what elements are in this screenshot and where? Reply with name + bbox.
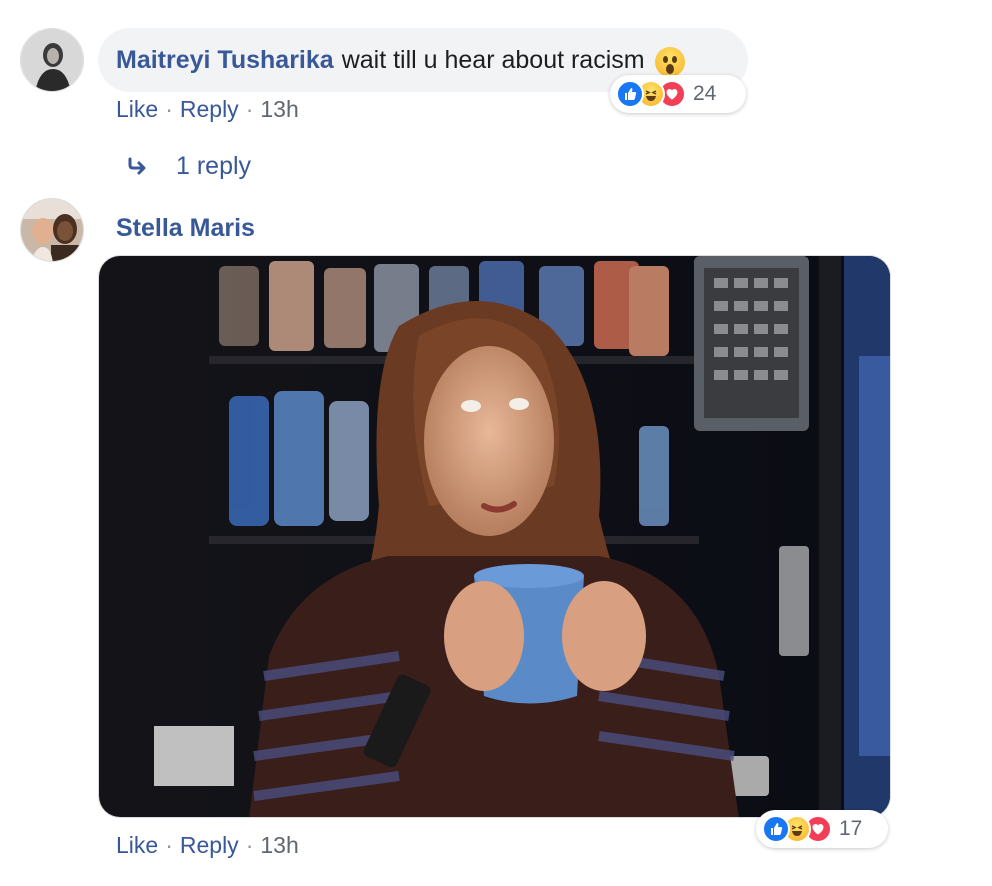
- timestamp[interactable]: 13h: [260, 832, 298, 859]
- like-link[interactable]: Like: [116, 832, 158, 859]
- timestamp[interactable]: 13h: [260, 96, 298, 123]
- like-link[interactable]: Like: [116, 96, 158, 123]
- reaction-summary[interactable]: 24: [610, 75, 746, 113]
- comment-actions: Like · Reply · 13h: [116, 96, 299, 123]
- comment-text: wait till u hear about racism: [341, 45, 645, 74]
- comment-author[interactable]: Maitreyi Tusharika: [116, 46, 334, 75]
- reply-arrow-icon: [128, 157, 146, 174]
- wow-emoji-icon: [654, 47, 685, 77]
- avatar[interactable]: [20, 28, 84, 92]
- like-icon: [762, 815, 790, 843]
- comment-actions: Like · Reply · 13h: [116, 832, 299, 859]
- reaction-count: 24: [693, 82, 717, 105]
- separator: ·: [245, 832, 254, 858]
- separator: ·: [245, 96, 254, 122]
- reply-link[interactable]: Reply: [180, 96, 239, 123]
- reaction-summary[interactable]: 17: [756, 810, 888, 848]
- avatar[interactable]: [20, 198, 84, 262]
- replies-count: 1 reply: [176, 152, 252, 180]
- like-icon: [616, 80, 644, 108]
- gif-attachment[interactable]: [98, 255, 891, 818]
- reply-link[interactable]: Reply: [180, 832, 239, 859]
- gif-image: [99, 256, 890, 817]
- reaction-count: 17: [839, 817, 863, 840]
- separator: ·: [165, 96, 173, 122]
- separator: ·: [165, 832, 173, 858]
- view-replies-link[interactable]: 1 reply: [126, 152, 251, 181]
- comment-author[interactable]: Stella Maris: [116, 214, 255, 243]
